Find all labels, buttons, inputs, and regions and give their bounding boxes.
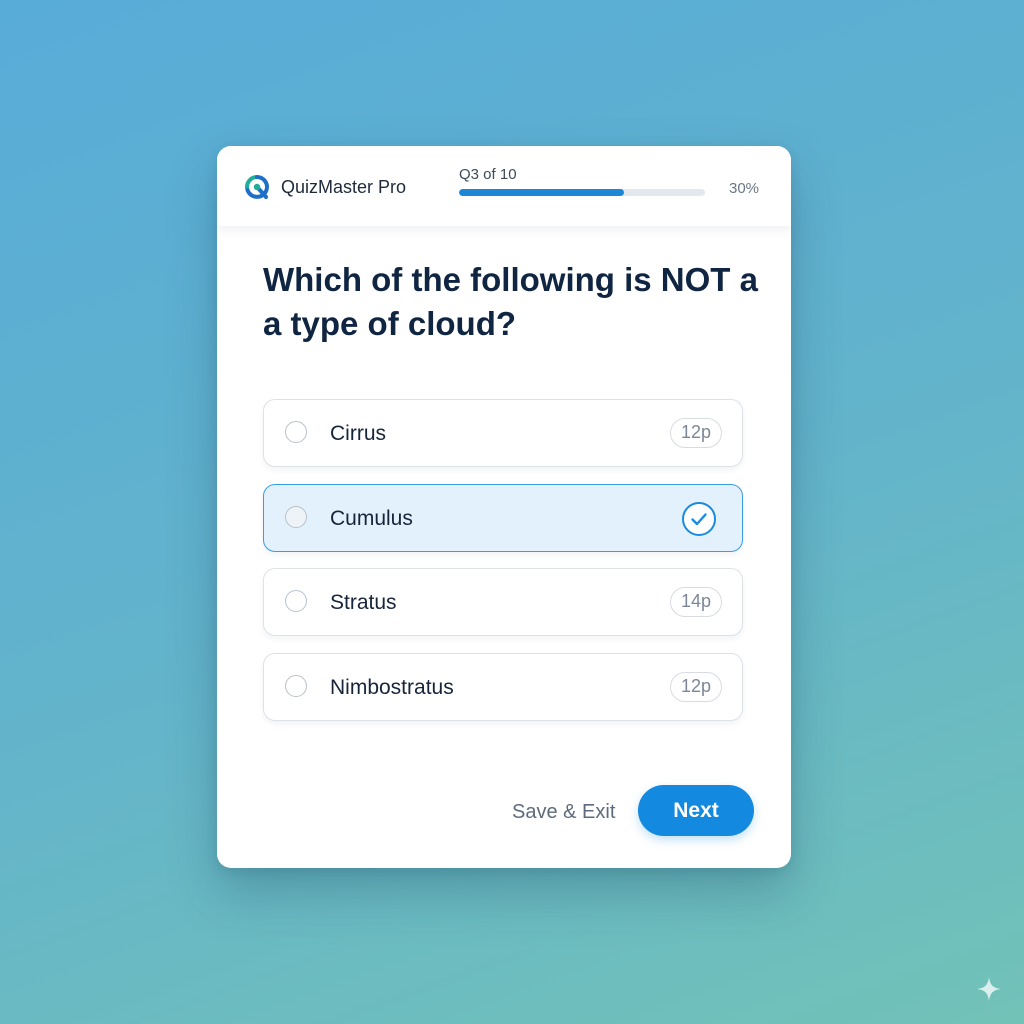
quizmaster-logo-icon bbox=[245, 175, 269, 199]
answer-option-selected[interactable]: Cumulus bbox=[263, 483, 743, 552]
quiz-header: QuizMaster Pro Q3 of 10 30% bbox=[217, 146, 791, 226]
progress-percent: 30% bbox=[729, 180, 760, 197]
option-label: Stratus bbox=[330, 591, 397, 614]
radio-button[interactable] bbox=[285, 505, 307, 528]
answer-options: Cirrus 12p Cumulus Stratus 14p Nimbostra… bbox=[263, 399, 743, 737]
option-badge: 12p bbox=[670, 671, 722, 702]
question-text: Which of the following is NOT a a type o… bbox=[263, 261, 758, 342]
answer-option[interactable]: Stratus 14p bbox=[263, 568, 743, 636]
progress-bar bbox=[459, 189, 705, 196]
app-name: QuizMaster Pro bbox=[281, 177, 407, 197]
radio-button[interactable] bbox=[285, 674, 307, 697]
option-badge: 14p bbox=[670, 587, 722, 617]
radio-button[interactable] bbox=[285, 590, 307, 612]
radio-button[interactable] bbox=[285, 421, 307, 443]
option-label: Cirrus bbox=[330, 422, 386, 445]
next-button[interactable]: Next bbox=[638, 785, 754, 836]
option-label: Cumulus bbox=[330, 506, 413, 530]
progress-bar-fill bbox=[459, 189, 624, 196]
sparkle-icon bbox=[977, 977, 1001, 1001]
save-exit-button[interactable]: Save & Exit bbox=[512, 800, 615, 824]
progress-label: Q3 of 10 bbox=[459, 166, 517, 183]
option-badge: 12p bbox=[670, 418, 722, 448]
answer-option[interactable]: Nimbostratus 12p bbox=[263, 652, 743, 721]
answer-option[interactable]: Cirrus 12p bbox=[263, 399, 743, 467]
quiz-card: QuizMaster Pro Q3 of 10 30% Which of the… bbox=[217, 146, 791, 868]
option-label: Nimbostratus bbox=[330, 675, 454, 699]
check-circle-icon bbox=[682, 501, 716, 536]
